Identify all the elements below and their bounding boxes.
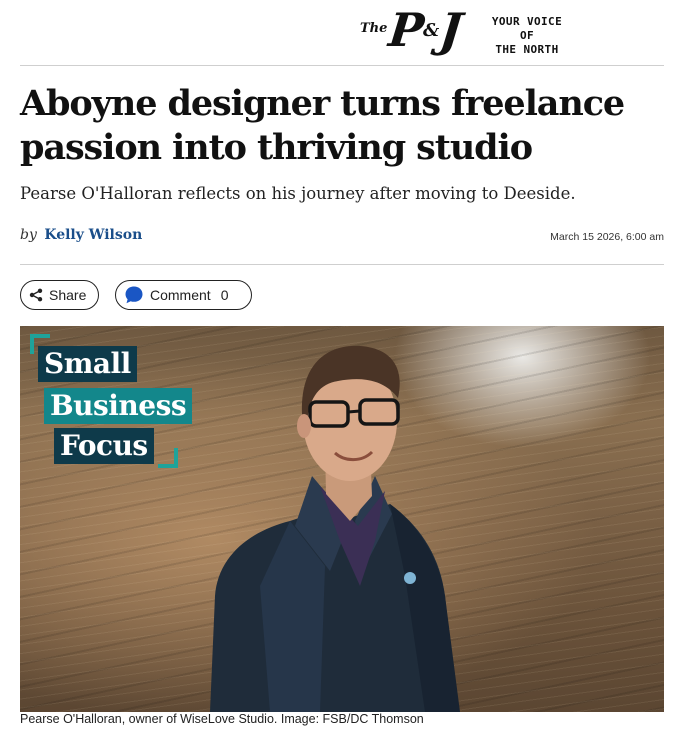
- badge-line-business: Business: [44, 388, 193, 424]
- divider-mid: [20, 264, 664, 265]
- publish-date: March 15 2026, 6:00 am: [550, 231, 664, 243]
- small-business-focus-badge: Small Business Focus: [30, 334, 193, 468]
- author-link[interactable]: Kelly Wilson: [44, 227, 142, 243]
- comment-count: 0: [220, 287, 229, 303]
- comment-button[interactable]: Comment 0: [115, 280, 252, 310]
- logo-amp: &: [423, 19, 440, 41]
- logo-j: J: [437, 3, 463, 57]
- site-logo[interactable]: The P & J: [360, 2, 463, 58]
- divider-top: [20, 65, 664, 66]
- site-tagline: YOUR VOICE OF THE NORTH: [482, 15, 572, 57]
- badge-line-small: Small: [38, 346, 137, 382]
- tagline-line-1: YOUR VOICE OF: [491, 15, 563, 42]
- masthead: The P & J YOUR VOICE OF THE NORTH: [0, 0, 678, 64]
- hero-image[interactable]: Small Business Focus: [20, 326, 664, 712]
- logo-the: The: [360, 20, 388, 36]
- comment-label: Comment: [150, 287, 211, 303]
- image-caption: Pearse O'Halloran, owner of WiseLove Stu…: [20, 712, 424, 726]
- share-button[interactable]: Share: [20, 280, 99, 310]
- article-standfirst: Pearse O'Halloran reflects on his journe…: [20, 184, 576, 203]
- badge-line-focus: Focus: [54, 428, 154, 464]
- logo-p: P: [386, 3, 425, 57]
- comment-icon: [125, 286, 143, 304]
- badge-corner-bottom-right: [158, 448, 178, 468]
- byline-prefix: by: [20, 227, 37, 243]
- share-label: Share: [49, 287, 87, 303]
- share-icon: [29, 288, 43, 302]
- tagline-line-2: THE NORTH: [495, 43, 559, 56]
- article-headline: Aboyne designer turns freelance passion …: [20, 83, 625, 168]
- byline: by Kelly Wilson: [20, 227, 142, 243]
